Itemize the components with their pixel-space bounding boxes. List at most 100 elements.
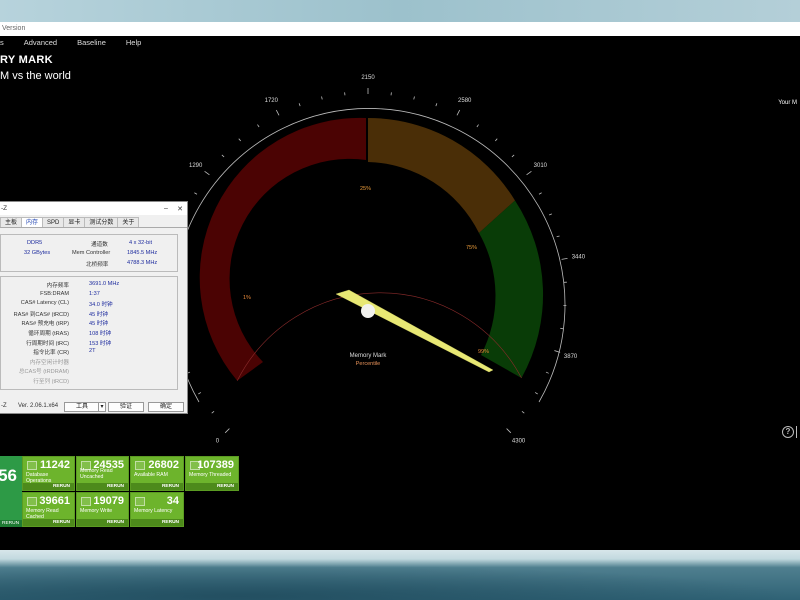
cpuz-general-group: DDR5 32 GBytes 通道数 4 x 32-bit Mem Contro… (0, 234, 178, 272)
memory-mark-score-tile[interactable]: 56 RERUN (0, 456, 22, 527)
gauge-tick-mark (476, 124, 479, 128)
help-icon[interactable]: ? (782, 426, 794, 438)
rerun-button[interactable]: RERUN (186, 483, 238, 490)
tile-icon (135, 497, 145, 506)
tile-label: Memory Write (80, 508, 113, 514)
tile-value: 19079 (93, 495, 124, 507)
gauge-tick-mark (456, 109, 461, 116)
gauge-tick-mark (321, 96, 323, 100)
tab-bench[interactable]: 测试分数 (84, 217, 119, 227)
timing-label: 行周期时间 (tRC) (26, 340, 69, 347)
timing-label: 指令比率 (CR) (33, 350, 69, 357)
tile-memory-read-cached[interactable]: 39661 Memory Read Cached RERUN (22, 492, 75, 527)
tile-database-operations[interactable]: 11242 Database Operations RERUN (22, 456, 75, 491)
gauge-tick-mark (194, 192, 198, 195)
tools-dropdown-icon[interactable]: ▾ (98, 402, 106, 412)
gauge-tick-mark (545, 371, 549, 374)
gauge-tick-mark (413, 96, 415, 100)
memory-type-value: DDR5 (27, 240, 43, 246)
timing-label: FSB:DRAM (40, 290, 69, 297)
tile-memory-read-uncached[interactable]: 24535 Memory Read Uncached RERUN (76, 456, 129, 491)
tile-available-ram[interactable]: 26802 Available RAM RERUN (130, 456, 184, 491)
tab-memory[interactable]: 内存 (21, 217, 44, 227)
tile-label: Memory Latency (134, 508, 173, 514)
gauge-tick-mark (204, 170, 210, 176)
timing-label: RAS# 预充电 (tRP) (21, 321, 69, 328)
percentile-label-75: 75% (466, 245, 477, 251)
timing-value: 153 时钟 (89, 340, 112, 347)
tile-label: Memory Threaded (189, 472, 232, 478)
tile-memory-write[interactable]: 19079 Memory Write RERUN (76, 492, 129, 527)
cpuz-title: -Z (1, 205, 8, 212)
gauge-tick-mark (534, 392, 538, 395)
gauge-tick-label: 1290 (189, 163, 203, 169)
gauge-tick-mark (224, 428, 230, 434)
tab-mainboard[interactable]: 主板 (0, 217, 23, 227)
close-icon[interactable]: ✕ (173, 205, 187, 213)
score-value: 56 (0, 466, 17, 485)
memory-size-value: 32 GBytes (24, 250, 51, 256)
tile-label: Memory Read Uncached (80, 468, 113, 480)
cpuz-tab-bar: 主板 内存 SPD 显卡 测试分数 关于 (0, 217, 187, 228)
tab-about[interactable]: 关于 (117, 217, 140, 227)
gauge-tick-mark (298, 103, 301, 107)
rerun-button[interactable]: RERUN (77, 519, 128, 526)
timing-value: 45 时钟 (89, 311, 108, 318)
tab-graphics[interactable]: 显卡 (63, 217, 86, 227)
rerun-button[interactable]: RERUN (131, 483, 183, 490)
tile-value: 34 (166, 495, 179, 507)
channel-value: 4 x 32-bit (129, 240, 153, 246)
gauge-center-sub: Percentile (356, 361, 380, 367)
minimize-icon[interactable]: – (159, 205, 173, 212)
tile-icon (81, 497, 91, 506)
percentile-label-25: 25% (360, 186, 371, 192)
gauge-needle (335, 289, 494, 373)
tab-spd[interactable]: SPD (42, 217, 65, 227)
gauge-tick-label: 3870 (564, 354, 578, 360)
tools-label: 工具 (75, 404, 88, 410)
gauge-band-low (199, 117, 366, 381)
cpuz-timings-group: 内存频率 3691.0 MHz FSB:DRAM 1:37 CAS# Latency (… (0, 276, 178, 390)
cpuz-version: Ver. 2.06.1.x64 (18, 403, 59, 409)
rerun-button[interactable]: RERUN (23, 483, 74, 490)
timing-label: 循环周期 (tRAS) (28, 331, 69, 337)
gauge-tick-mark (556, 235, 560, 238)
tile-value: 11242 (40, 459, 70, 471)
tile-value: 26802 (148, 459, 179, 471)
gauge-tick-mark (257, 124, 260, 128)
validate-label: 验证 (119, 404, 132, 410)
tile-icon (27, 497, 37, 506)
gauge-tick-label: 3010 (534, 163, 548, 169)
cpuz-titlebar: -Z – ✕ (0, 202, 187, 215)
tools-button[interactable]: 工具 (64, 402, 100, 412)
gauge-band-mid (368, 117, 515, 233)
gauge-tick-label: 0 (216, 439, 220, 445)
tile-value: 107389 (197, 459, 234, 471)
desktop-wallpaper-top (0, 0, 800, 22)
score-rerun-button[interactable]: RERUN (0, 520, 22, 527)
timing-value: 1:37 (89, 290, 100, 297)
rerun-button[interactable]: RERUN (131, 519, 183, 526)
tile-memory-threaded[interactable]: 107389 Memory Threaded RERUN (185, 456, 239, 491)
gauge-tick-mark (275, 109, 280, 116)
rerun-button[interactable]: RERUN (23, 519, 74, 526)
tile-icon (135, 461, 145, 470)
gauge-tick-label: 4300 (512, 439, 526, 445)
gauge-center-title: Memory Mark (350, 353, 388, 359)
ok-label: 确定 (159, 404, 172, 410)
gauge-hub (361, 304, 375, 318)
gauge-tick-mark (526, 170, 532, 176)
rerun-button[interactable]: RERUN (77, 483, 128, 490)
timing-label: RAS# 到CAS# (tRCD) (13, 311, 69, 318)
ok-button[interactable]: 确定 (148, 402, 184, 412)
tile-memory-latency[interactable]: 34 Memory Latency RERUN (130, 492, 184, 527)
timing-label: CAS# Latency (CL) (20, 300, 69, 307)
northbridge-label: 北桥频率 (86, 262, 109, 268)
gauge-tick-mark (506, 428, 512, 434)
timing-value: 45 时钟 (89, 321, 108, 328)
gauge-tick-label: 3440 (572, 255, 586, 261)
timing-value: 3691.0 MHz (89, 281, 120, 287)
validate-button[interactable]: 验证 (108, 402, 144, 412)
gauge-tick-mark (538, 192, 542, 195)
gauge-tick-label: 2580 (458, 98, 472, 104)
